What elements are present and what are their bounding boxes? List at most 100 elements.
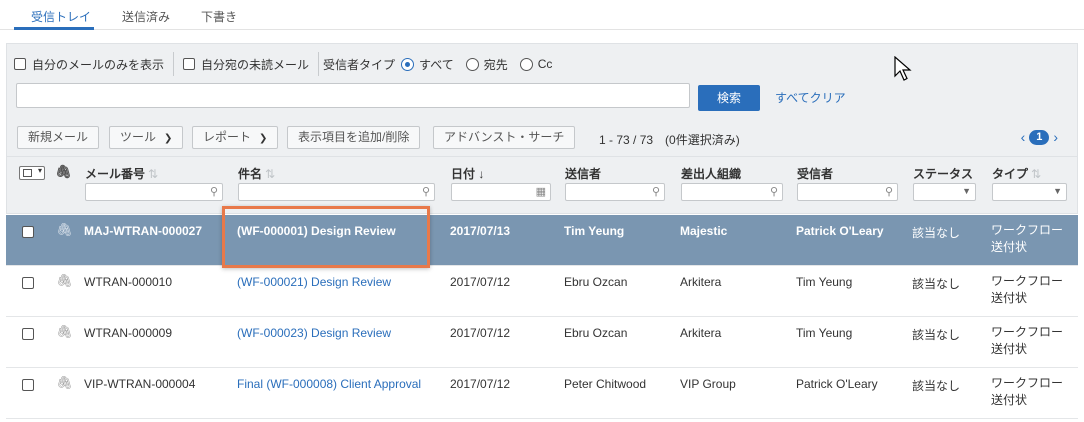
- col-recipient[interactable]: 受信者: [797, 165, 833, 182]
- paperclip-icon: 🖇: [55, 164, 72, 179]
- sender-org: Arkitera: [680, 275, 722, 289]
- new-mail-button[interactable]: 新規メール: [17, 126, 100, 149]
- table-row[interactable]: 🖇 WTRAN-000009 (WF-000023) Design Review…: [6, 317, 1078, 368]
- type: ワークフロー 送付状: [991, 273, 1063, 307]
- col-recipient-label: 受信者: [797, 167, 834, 181]
- col-type[interactable]: タイプ ⇅: [992, 165, 1041, 182]
- recipient-type-filter: 受信者タイプ すべて 宛先 Cc: [323, 56, 552, 72]
- subject-link[interactable]: (WF-000021) Design Review: [237, 275, 391, 289]
- col-sender-label: 送信者: [565, 167, 602, 181]
- search-icon: ⚲: [421, 186, 430, 198]
- type: ワークフロー 送付状: [991, 222, 1063, 256]
- type-line-1: ワークフロー: [991, 274, 1064, 288]
- unread-to-me-filter[interactable]: 自分宛の未読メール: [183, 56, 309, 72]
- subject-link[interactable]: (WF-000023) Design Review: [237, 326, 391, 340]
- mail-no-filter-input[interactable]: ⚲: [85, 183, 223, 201]
- sender: Ebru Ozcan: [564, 275, 628, 289]
- recipient: Patrick O'Leary: [796, 377, 878, 391]
- recipient: Tim Yeung: [796, 326, 853, 340]
- filter-divider: [318, 52, 320, 76]
- clear-all-link[interactable]: すべてクリア: [775, 89, 846, 106]
- reports-menu-button[interactable]: レポート ❯: [192, 126, 279, 149]
- search-input[interactable]: [16, 83, 690, 108]
- reports-label: レポート: [203, 130, 252, 144]
- sort-icon: ⇅: [1031, 167, 1042, 181]
- col-type-label: タイプ: [992, 167, 1029, 181]
- type-line-2: 送付状: [991, 393, 1028, 407]
- col-mail-no-label: メール番号: [85, 167, 146, 181]
- checkbox-icon: [23, 169, 32, 177]
- tab-inbox[interactable]: 受信トレイ: [31, 8, 91, 25]
- sender-org: VIP Group: [680, 377, 736, 391]
- next-page-icon[interactable]: ›: [1053, 129, 1058, 145]
- col-subject[interactable]: 件名 ⇅: [238, 165, 275, 182]
- add-remove-columns-button[interactable]: 表示項目を追加/削除: [287, 126, 421, 149]
- radio-cc-label: Cc: [537, 57, 553, 71]
- mail-tabs: 受信トレイ 送信済み 下書き: [0, 0, 1084, 30]
- mail-number: WTRAN-000010: [84, 275, 173, 289]
- type: ワークフロー 送付状: [991, 324, 1063, 358]
- tab-drafts[interactable]: 下書き: [201, 8, 237, 25]
- recipient: Tim Yeung: [796, 275, 853, 289]
- sender-org: Majestic: [680, 224, 728, 238]
- sort-icon: ⇅: [265, 167, 276, 181]
- col-sender[interactable]: 送信者: [565, 165, 601, 182]
- search-icon: ⚲: [209, 186, 218, 198]
- subject-link[interactable]: Final (WF-000008) Client Approval: [237, 377, 421, 391]
- only-mine-checkbox[interactable]: [14, 58, 26, 70]
- col-status[interactable]: ステータス: [913, 165, 973, 182]
- sort-icon: ⇅: [148, 167, 159, 181]
- tab-sent[interactable]: 送信済み: [122, 8, 170, 25]
- current-page[interactable]: 1: [1029, 129, 1050, 145]
- subject-link[interactable]: (WF-000001) Design Review: [237, 224, 396, 238]
- row-checkbox[interactable]: [22, 328, 34, 340]
- radio-cc[interactable]: [519, 57, 533, 71]
- add-remove-columns-label: 表示項目を追加/削除: [298, 130, 410, 144]
- unread-to-me-label: 自分宛の未読メール: [201, 57, 310, 72]
- caret-down-icon: ▼: [962, 186, 971, 196]
- sender-org-filter-input[interactable]: ⚲: [681, 183, 783, 201]
- active-tab-indicator: [14, 27, 94, 30]
- unread-to-me-checkbox[interactable]: [183, 58, 196, 70]
- recipient-filter-input[interactable]: ⚲: [797, 183, 898, 201]
- col-sender-org[interactable]: 差出人組織: [681, 165, 741, 182]
- only-mine-label: 自分のメールのみを表示: [32, 57, 165, 72]
- col-date[interactable]: 日付 ↓: [451, 165, 484, 182]
- type-line-1: ワークフロー: [991, 325, 1064, 339]
- tools-menu-button[interactable]: ツール ❯: [109, 126, 184, 149]
- table-row[interactable]: 🖇 WTRAN-000010 (WF-000021) Design Review…: [6, 266, 1078, 317]
- radio-all[interactable]: [401, 57, 415, 71]
- date: 2017/07/12: [450, 326, 511, 340]
- mouse-cursor-icon: [894, 56, 912, 81]
- table-header: ▾ 🖇 メール番号 ⇅ ⚲ 件名 ⇅ ⚲ 日付 ↓ ▦ 送信者 ⚲ 差出人組織 ⚲ …: [6, 156, 1078, 214]
- chevron-down-icon: ❯: [259, 133, 268, 144]
- search-icon: ⚲: [651, 186, 660, 198]
- only-mine-filter[interactable]: 自分のメールのみを表示: [14, 56, 164, 72]
- select-all-dropdown[interactable]: ▾: [19, 166, 45, 180]
- sender-filter-input[interactable]: ⚲: [565, 183, 665, 201]
- status: 該当なし: [912, 328, 961, 342]
- status-filter-select[interactable]: ▼: [913, 183, 976, 201]
- date: 2017/07/12: [450, 377, 511, 391]
- subject-filter-input[interactable]: ⚲: [238, 183, 435, 201]
- sender-org: Arkitera: [680, 326, 722, 340]
- tools-label: ツール: [120, 130, 157, 144]
- type-filter-select[interactable]: ▼: [992, 183, 1067, 201]
- table-row[interactable]: 🖇 MAJ-WTRAN-000027 (WF-000001) Design Re…: [6, 215, 1078, 266]
- table-row[interactable]: 🖇 VIP-WTRAN-000004 Final (WF-000008) Cli…: [6, 368, 1078, 419]
- date-filter-input[interactable]: ▦: [451, 183, 551, 201]
- recipient-type-label: 受信者タイプ: [323, 57, 396, 72]
- row-checkbox[interactable]: [22, 226, 34, 238]
- advanced-search-label: アドバンスト・サーチ: [444, 130, 565, 144]
- prev-page-icon[interactable]: ‹: [1021, 129, 1026, 145]
- row-checkbox[interactable]: [22, 379, 34, 391]
- pager: ‹ 1 ›: [1017, 129, 1062, 145]
- paperclip-icon: 🖇: [56, 273, 73, 288]
- paperclip-icon: 🖇: [56, 222, 73, 237]
- search-button[interactable]: 検索: [698, 85, 760, 111]
- radio-to[interactable]: [465, 57, 479, 71]
- radio-all-label: すべて: [419, 57, 454, 72]
- advanced-search-button[interactable]: アドバンスト・サーチ: [433, 126, 576, 149]
- row-checkbox[interactable]: [22, 277, 34, 289]
- col-mail-no[interactable]: メール番号 ⇅: [85, 165, 158, 182]
